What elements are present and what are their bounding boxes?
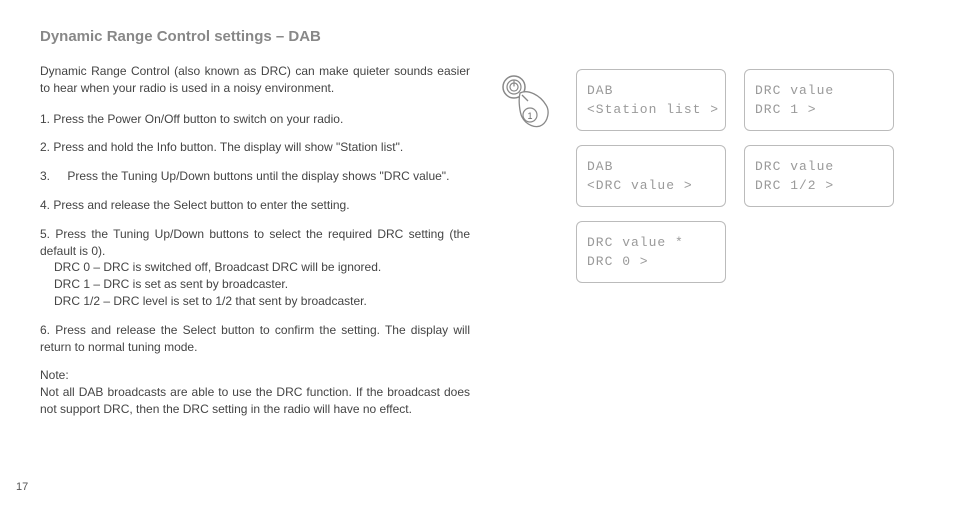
step-text: Press the Tuning Up/Down buttons to sele…: [40, 227, 470, 258]
step-number: 3.: [40, 169, 50, 183]
lcd-line: DRC 0 >: [587, 254, 649, 269]
step-text: Press the Power On/Off button to switch …: [53, 112, 343, 126]
step-5: 5. Press the Tuning Up/Down buttons to s…: [40, 226, 470, 310]
step-text: Press and release the Select button to c…: [40, 323, 470, 354]
lcd-line: DRC value: [755, 159, 834, 174]
lcd-line: DRC 1/2 >: [755, 178, 834, 193]
step-1: 1. Press the Power On/Off button to swit…: [40, 111, 470, 128]
lcd-line: DAB: [587, 83, 613, 98]
illustration-column: 1 DAB <Station list > DRC value DRC 1 > …: [498, 63, 914, 418]
step-5-sub-1: DRC 1 – DRC is set as sent by broadcaste…: [40, 276, 470, 293]
step-6: 6. Press and release the Select button t…: [40, 322, 470, 356]
note-title: Note:: [40, 367, 470, 384]
lcd-screen-4: DRC value DRC 1/2 >: [744, 145, 894, 207]
power-button-hand-icon: 1: [498, 71, 568, 141]
lcd-line: DAB: [587, 159, 613, 174]
step-4: 4. Press and release the Select button t…: [40, 197, 470, 214]
step-number: 1.: [40, 112, 50, 126]
hand-badge-number: 1: [527, 111, 532, 121]
lcd-line: <Station list >: [587, 102, 719, 117]
step-2: 2. Press and hold the Info button. The d…: [40, 139, 470, 156]
lcd-screen-5: DRC value * DRC 0 >: [576, 221, 726, 283]
step-3: 3. Press the Tuning Up/Down buttons unti…: [40, 168, 470, 185]
page-title: Dynamic Range Control settings – DAB: [40, 28, 914, 45]
step-number: 4.: [40, 198, 50, 212]
lcd-line: DRC value *: [587, 235, 684, 250]
step-text: Press and release the Select button to e…: [53, 198, 349, 212]
step-number: 2.: [40, 140, 50, 154]
step-number: 6.: [40, 323, 50, 337]
step-text: Press the Tuning Up/Down buttons until t…: [53, 169, 449, 183]
page-number: 17: [16, 481, 28, 493]
step-number: 5.: [40, 227, 50, 241]
step-text: Press and hold the Info button. The disp…: [53, 140, 403, 154]
lcd-line: DRC 1 >: [755, 102, 817, 117]
lcd-line: <DRC value >: [587, 178, 693, 193]
instructions-column: Dynamic Range Control (also known as DRC…: [40, 63, 470, 418]
lcd-screen-1: DAB <Station list >: [576, 69, 726, 131]
lcd-screen-3: DAB <DRC value >: [576, 145, 726, 207]
lcd-screen-2: DRC value DRC 1 >: [744, 69, 894, 131]
note-text: Not all DAB broadcasts are able to use t…: [40, 384, 470, 418]
step-5-sub-2: DRC 1/2 – DRC level is set to 1/2 that s…: [40, 293, 470, 310]
lcd-line: DRC value: [755, 83, 834, 98]
intro-text: Dynamic Range Control (also known as DRC…: [40, 63, 470, 97]
step-5-sub-0: DRC 0 – DRC is switched off, Broadcast D…: [40, 259, 470, 276]
